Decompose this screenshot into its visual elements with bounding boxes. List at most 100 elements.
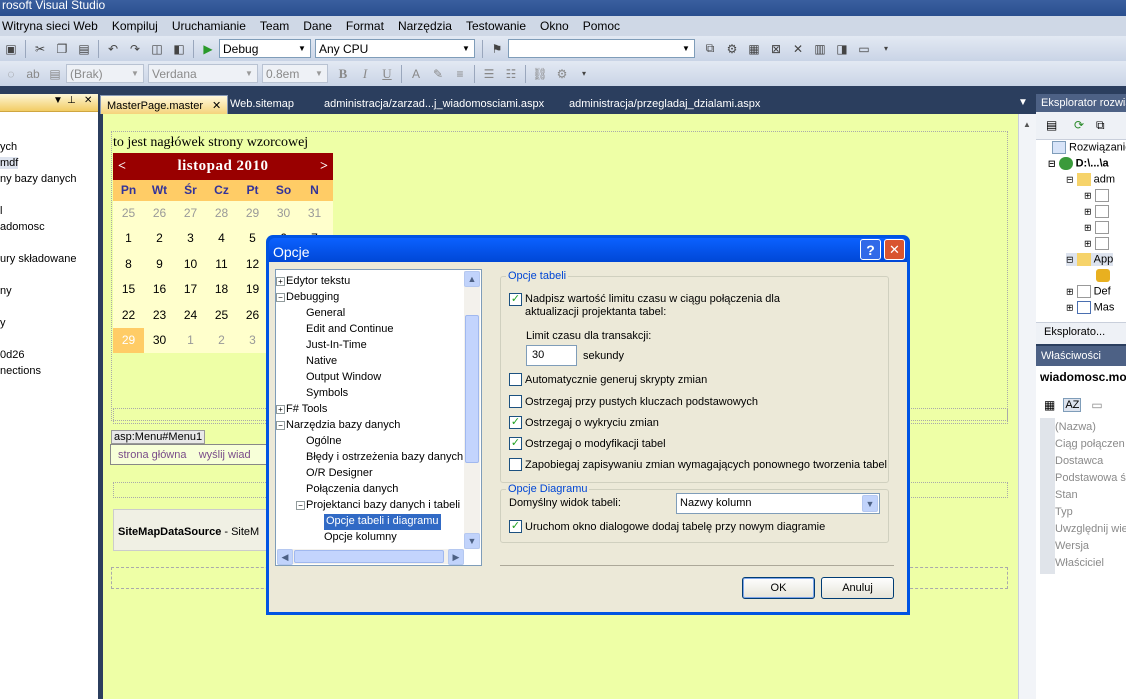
options-tree[interactable]: + Edytor tekstu − Debugging General Edit and … (275, 269, 482, 566)
tree-item[interactable]: 0d26 (0, 349, 24, 361)
alphabetical-icon[interactable]: AZ (1063, 398, 1082, 412)
masterpage-node[interactable]: ⊞ Mas (1066, 301, 1114, 314)
bold-button[interactable]: B (334, 66, 352, 82)
property-row[interactable]: Ciąg połączen (1055, 438, 1125, 455)
calendar-day[interactable]: 2 (144, 226, 175, 251)
calendar-day[interactable]: 26 (237, 303, 268, 328)
options-tree-item[interactable]: Narzędzia bazy danych (286, 418, 400, 434)
property-row[interactable]: Podstawowa ś (1055, 472, 1126, 489)
options-tree-item[interactable]: Opcje tabeli i diagramu (324, 514, 441, 530)
background-color-icon[interactable]: ✎ (429, 65, 447, 83)
database-file-node[interactable] (1096, 269, 1113, 282)
calendar-day[interactable]: 30 (268, 201, 299, 226)
tree-vertical-scrollbar[interactable]: ▲ ▼ (464, 271, 480, 549)
calendar-day[interactable]: 11 (206, 252, 237, 277)
calendar-prev-month[interactable]: < (118, 159, 126, 175)
find-in-files-icon[interactable]: ⚑ (488, 40, 506, 58)
tab-zarzadzaj-wiadomosciami[interactable]: administracja/zarzad...j_wiadomosciami.a… (318, 95, 550, 114)
options-tree-item[interactable]: General (306, 306, 345, 322)
calendar-day[interactable]: 25 (113, 201, 144, 226)
options-tree-item[interactable]: Edit and Continue (306, 322, 393, 338)
navigate-backward-icon[interactable]: ◫ (148, 40, 166, 58)
calendar-day[interactable]: 8 (113, 252, 144, 277)
calendar-day[interactable]: 25 (206, 303, 237, 328)
calendar-day[interactable]: 10 (175, 252, 206, 277)
tab-masterpage[interactable]: MasterPage.master ✕ (100, 95, 229, 114)
redo-icon[interactable]: ↷ (126, 40, 144, 58)
tree-item[interactable]: ury składowane (0, 253, 76, 265)
cancel-button[interactable]: Anuluj (821, 577, 894, 599)
block-format-combo[interactable]: (Brak) ▼ (66, 64, 144, 83)
solution-node[interactable]: Rozwiązanie (1052, 141, 1126, 154)
copy-icon[interactable]: ❐ (53, 40, 71, 58)
scroll-down-icon[interactable]: ▼ (464, 533, 480, 549)
save-all-icon[interactable]: ▣ (2, 40, 20, 58)
close-icon[interactable]: ✕ (84, 95, 92, 106)
file-node[interactable]: ⊞ (1084, 221, 1112, 234)
property-row[interactable]: Uwzględnij wie (1055, 523, 1126, 540)
warn-modify-checkbox[interactable]: ✓ (509, 437, 522, 450)
target-rule-icon[interactable]: ab (24, 65, 42, 83)
scroll-right-icon[interactable]: ▶ (448, 549, 464, 565)
override-timeout-checkbox[interactable]: ✓ (509, 293, 522, 306)
font-name-combo[interactable]: Verdana ▼ (148, 64, 258, 83)
expand-icon[interactable]: + (276, 277, 285, 286)
menu-help[interactable]: Pomoc (576, 19, 627, 33)
undo-icon[interactable]: ↶ (104, 40, 122, 58)
property-row[interactable]: Dostawca (1055, 455, 1103, 472)
property-row[interactable]: Wersja (1055, 540, 1089, 557)
calendar-day[interactable]: 12 (237, 252, 268, 277)
properties-object-name[interactable]: wiadomosc.mo (1040, 370, 1126, 384)
collapse-icon[interactable]: ⊟ (1066, 174, 1074, 184)
calendar-day[interactable]: 30 (144, 328, 175, 353)
launch-add-table-checkbox[interactable]: ✓ (509, 520, 522, 533)
tree-item[interactable]: nections (0, 365, 41, 377)
calendar-day[interactable]: 22 (113, 303, 144, 328)
tab-przegladaj-dzialami[interactable]: administracja/przegladaj_dzialami.aspx (563, 95, 766, 114)
options-tree-item[interactable]: Błędy i ostrzeżenia bazy danych (306, 450, 463, 466)
expand-icon[interactable]: ⊞ (1084, 206, 1092, 216)
scroll-thumb[interactable] (294, 550, 444, 563)
menu-team[interactable]: Team (253, 19, 296, 33)
timeout-input[interactable]: 30 (526, 345, 577, 366)
calendar-day[interactable]: 29 (113, 327, 144, 354)
tree-item[interactable]: l (0, 205, 2, 217)
toolbar-options-icon[interactable]: ▾ (877, 40, 895, 58)
calendar-day[interactable]: 1 (175, 328, 206, 353)
property-row[interactable]: (Nazwa) (1055, 421, 1096, 438)
app-data-node[interactable]: ⊟ App (1066, 253, 1114, 266)
menu-debug[interactable]: Uruchamianie (165, 19, 253, 33)
active-files-dropdown-icon[interactable]: ▼ (1018, 97, 1028, 108)
find-combo[interactable]: ▼ (508, 39, 695, 58)
toolbar-options-icon[interactable]: ▾ (575, 65, 593, 83)
calendar-day[interactable]: 19 (237, 277, 268, 302)
calendar-day[interactable]: 5 (237, 226, 268, 251)
options-tree-item[interactable]: Symbols (306, 386, 348, 402)
cut-icon[interactable]: ✂ (31, 40, 49, 58)
warn-null-keys-checkbox[interactable] (509, 395, 522, 408)
tree-item[interactable]: mdf (0, 157, 19, 169)
expand-icon[interactable]: ⊞ (1066, 286, 1074, 296)
calendar-day[interactable]: 26 (144, 201, 175, 226)
solution-explorer-icon[interactable]: ⧉ (701, 40, 719, 58)
scroll-left-icon[interactable]: ◀ (277, 549, 293, 565)
website-node[interactable]: ⊟ D:\...\a (1048, 157, 1109, 170)
expand-icon[interactable]: ⊞ (1066, 302, 1074, 312)
chevron-down-icon[interactable]: ▼ (862, 495, 878, 512)
tab-web-sitemap[interactable]: Web.sitemap (224, 95, 300, 114)
calendar-day[interactable]: 23 (144, 303, 175, 328)
underline-button[interactable]: U (378, 66, 396, 82)
collapse-icon[interactable]: ⊟ (1048, 158, 1056, 168)
style-application-icon[interactable]: ◌ (2, 65, 20, 83)
calendar-day[interactable]: 16 (144, 277, 175, 302)
file-node[interactable]: ⊞ (1084, 237, 1112, 250)
solution-configuration-combo[interactable]: Debug ▼ (219, 39, 311, 58)
options-tree-item[interactable]: Output Window (306, 370, 381, 386)
options-tree-item[interactable]: F# Tools (286, 402, 327, 418)
options-tree-item[interactable]: Edytor tekstu (286, 274, 350, 290)
scroll-up-icon[interactable]: ▲ (464, 271, 480, 287)
command-window-icon[interactable]: ▭ (855, 40, 873, 58)
properties-icon[interactable]: ⚙ (723, 40, 741, 58)
ok-button[interactable]: OK (742, 577, 815, 599)
calendar-day[interactable]: 1 (113, 226, 144, 251)
